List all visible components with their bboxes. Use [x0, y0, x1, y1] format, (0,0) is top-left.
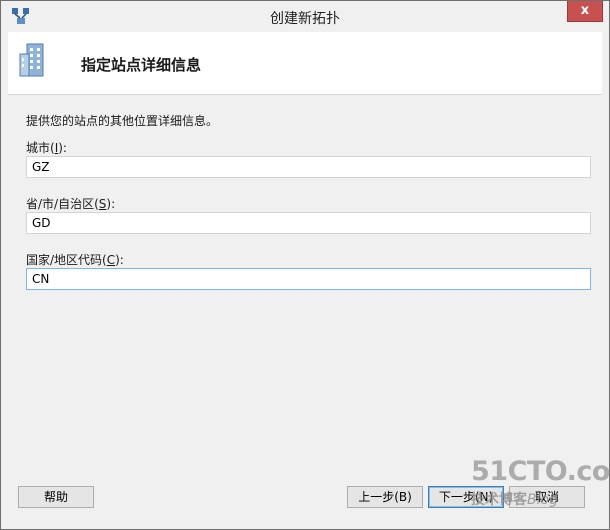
cancel-button[interactable]: 取消 — [509, 486, 585, 508]
country-code-input[interactable] — [26, 268, 591, 290]
create-topology-dialog: 创建新拓扑 x 指定站点详细信息 提供您的站点的其他位置详细信息。 城市(I): — [0, 0, 610, 530]
city-label: 城市(I): — [26, 141, 67, 155]
intro-text: 提供您的站点的其他位置详细信息。 — [26, 114, 219, 128]
title-bar[interactable]: 创建新拓扑 x — [1, 1, 609, 32]
wizard-header: 指定站点详细信息 — [8, 32, 602, 95]
province-label: 省/市/自治区(S): — [26, 197, 116, 211]
country-code-label: 国家/地区代码(C): — [26, 253, 124, 267]
help-button[interactable]: 帮助 — [18, 486, 94, 508]
page-title: 指定站点详细信息 — [81, 56, 202, 74]
watermark-logo: 51CTO.com — [471, 456, 610, 487]
next-button[interactable]: 下一步(N) — [428, 486, 504, 508]
close-button[interactable]: x — [567, 1, 603, 22]
close-icon: x — [580, 3, 590, 18]
building-icon — [18, 42, 48, 78]
window-title: 创建新拓扑 — [270, 11, 340, 27]
province-input[interactable] — [26, 212, 591, 234]
city-input[interactable] — [26, 156, 591, 178]
back-button[interactable]: 上一步(B) — [347, 486, 423, 508]
